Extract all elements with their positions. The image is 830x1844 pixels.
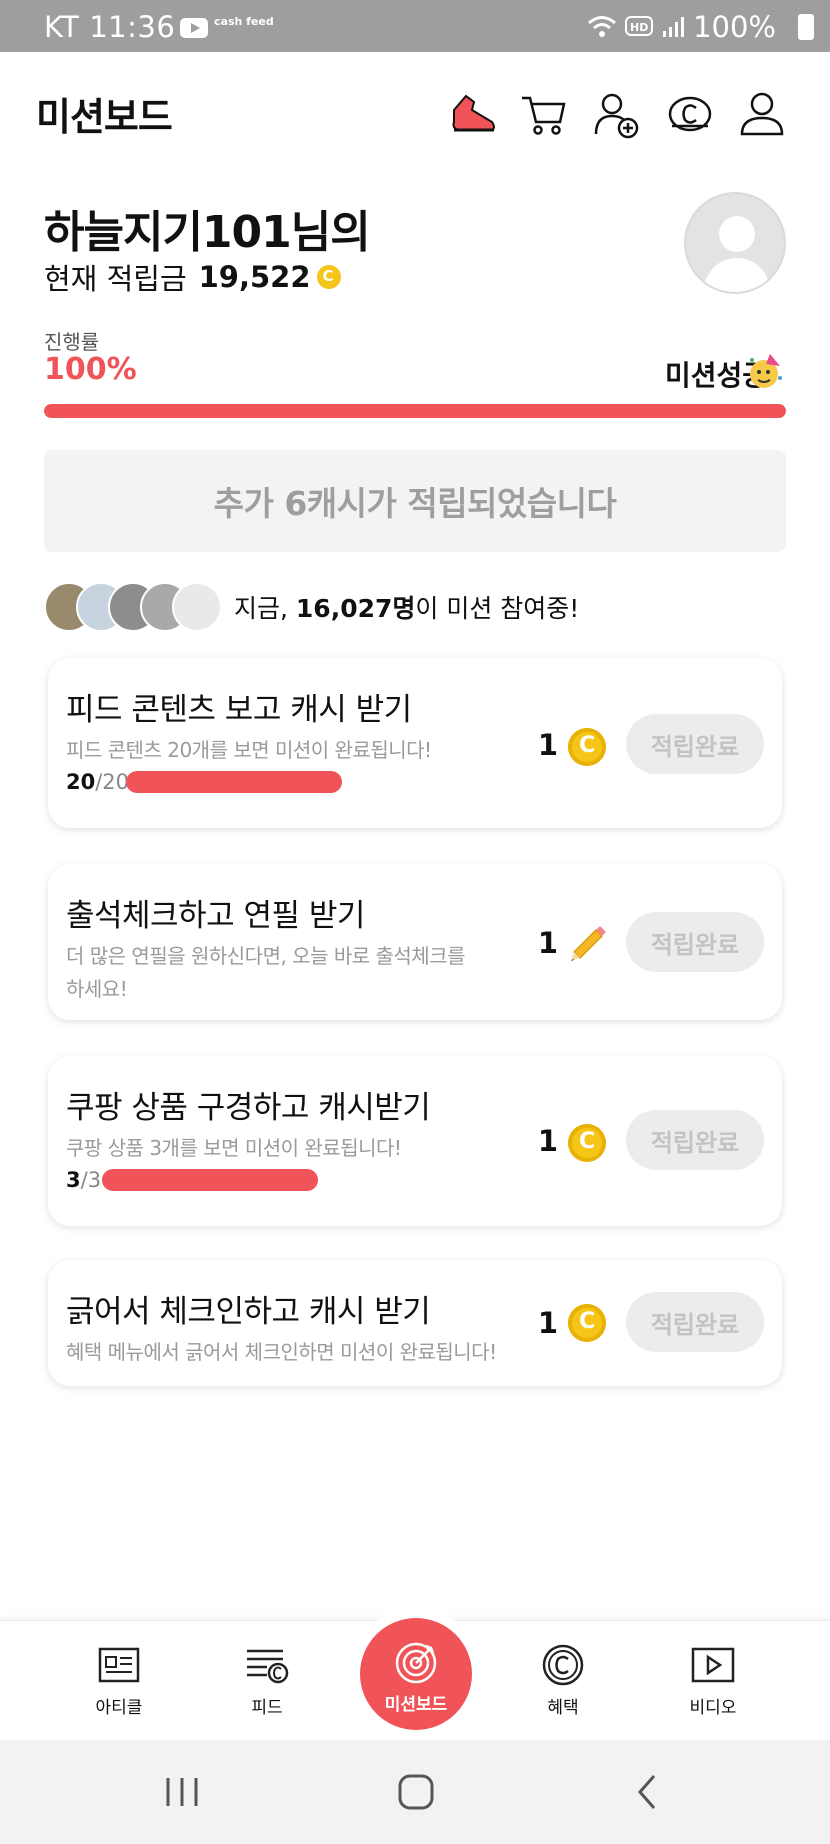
cart-icon[interactable]: [518, 88, 570, 140]
coin-icon[interactable]: [664, 88, 716, 140]
mission-card-feed[interactable]: 피드 콘텐츠 보고 캐시 받기 피드 콘텐츠 20개를 보면 미션이 완료됩니다…: [48, 658, 782, 828]
mission-card-attendance[interactable]: 출석체크하고 연필 받기 더 많은 연필을 원하신다면, 오늘 바로 출석체크를…: [48, 864, 782, 1020]
reward-amount: 1: [537, 1124, 558, 1158]
svg-text:HD: HD: [630, 21, 648, 34]
notice-banner: 추가 6캐시가 적립되었습니다: [44, 450, 786, 552]
claim-complete-button[interactable]: 적립완료: [626, 714, 764, 774]
status-bar: KT 11:36 cash feed HD 100%: [0, 0, 830, 52]
reward-amount: 1: [537, 728, 558, 762]
mission-description: 혜택 메뉴에서 긁어서 체크인하면 미션이 완료됩니다!: [66, 1340, 497, 1364]
progress-bar: [44, 404, 786, 418]
feed-icon: [247, 1649, 289, 1684]
claim-complete-button[interactable]: 적립완료: [626, 1110, 764, 1170]
reward-coin-icon: [568, 728, 606, 766]
mission-count: 20/20: [66, 770, 129, 794]
mission-title: 쿠팡 상품 구경하고 캐시받기: [66, 1090, 431, 1126]
claim-complete-button[interactable]: 적립완료: [626, 1292, 764, 1352]
reward-amount: 1: [537, 926, 558, 960]
home-icon[interactable]: [392, 1770, 440, 1814]
add-friend-icon[interactable]: [590, 88, 642, 140]
tab-label: 아티클: [95, 1698, 143, 1718]
mission-description: 쿠팡 상품 3개를 보면 미션이 완료됩니다!: [66, 1136, 402, 1160]
mission-title: 피드 콘텐츠 보고 캐시 받기: [66, 692, 412, 728]
hd-voice-icon: HD: [625, 16, 654, 36]
tab-feed[interactable]: 피드: [212, 1643, 322, 1718]
balance-row: 현재 적립금 19,522: [44, 256, 341, 298]
mission-card-coupang[interactable]: 쿠팡 상품 구경하고 캐시받기 쿠팡 상품 3개를 보면 미션이 완료됩니다! …: [48, 1056, 782, 1226]
youtube-notification-icon: [180, 18, 208, 38]
cashfeed-notification-icon: cash feed: [214, 15, 274, 28]
mission-title: 긁어서 체크인하고 캐시 받기: [66, 1294, 431, 1330]
reward-amount: 1: [537, 1306, 558, 1340]
progress-percent: 100%: [44, 352, 137, 387]
mission-count-done: 20: [66, 770, 96, 794]
mission-title: 출석체크하고 연필 받기: [66, 898, 365, 934]
mission-description: 피드 콘텐츠 20개를 보면 미션이 완료됩니다!: [66, 738, 432, 762]
profile-icon[interactable]: [736, 88, 788, 140]
mission-count-total: /3: [80, 1168, 102, 1192]
participants-suffix: 이 미션 참여중!: [415, 594, 580, 623]
benefit-coin-icon: [542, 1644, 584, 1686]
mission-progress-bar: [126, 771, 342, 793]
system-status-icons: HD 100%: [587, 10, 776, 44]
mission-count-done: 3: [66, 1168, 81, 1192]
tab-label: 혜택: [547, 1698, 579, 1718]
mission-count: 3/3: [66, 1168, 101, 1192]
progress-bar-fill: [44, 404, 786, 418]
progress-label: 진행률: [44, 330, 100, 354]
reward-coin-icon: [568, 1124, 606, 1162]
recent-apps-icon[interactable]: [158, 1770, 206, 1814]
tab-video[interactable]: 비디오: [658, 1643, 768, 1718]
cash-coin-icon: [316, 265, 341, 289]
video-icon: [691, 1647, 735, 1683]
profile-name: 하늘지기101님의: [44, 207, 371, 258]
article-icon: [98, 1647, 140, 1683]
participants-text: 지금, 16,027명이 미션 참여중!: [234, 589, 579, 625]
mission-card-scratch[interactable]: 긁어서 체크인하고 캐시 받기 혜택 메뉴에서 긁어서 체크인하면 미션이 완료…: [48, 1260, 782, 1386]
tab-label: 피드: [251, 1698, 283, 1718]
target-icon: [395, 1642, 437, 1684]
mission-description: 더 많은 연필을 원하신다면, 오늘 바로 출석체크를 하세요!: [66, 944, 466, 1001]
tab-label: 비디오: [689, 1698, 737, 1718]
tab-mission-board[interactable]: 미션보드: [360, 1618, 472, 1730]
tab-label: 미션보드: [384, 1695, 448, 1715]
mission-progress-bar: [102, 1169, 318, 1191]
pencil-icon: [571, 926, 606, 961]
mission-count-total: /20: [95, 770, 130, 794]
page-title: 미션보드: [36, 95, 173, 139]
claim-complete-button[interactable]: 적립완료: [626, 912, 764, 972]
battery-percent: 100%: [693, 10, 776, 44]
tab-benefit[interactable]: 혜택: [508, 1643, 618, 1718]
avatar-body: [704, 258, 770, 292]
party-face-icon: [750, 354, 782, 388]
battery-icon: [798, 14, 814, 40]
wifi-icon: [588, 16, 617, 37]
app-header: 미션보드: [0, 52, 830, 170]
tab-article[interactable]: 아티클: [64, 1643, 174, 1718]
back-icon[interactable]: [624, 1770, 672, 1814]
carrier-time: KT 11:36: [44, 10, 176, 44]
participant-avatar: [172, 582, 222, 632]
participants-prefix: 지금,: [234, 594, 296, 623]
balance-value: 19,522: [198, 260, 311, 294]
participants-count: 16,027명: [295, 594, 416, 623]
reward-coin-icon: [568, 1304, 606, 1342]
avatar-head: [719, 216, 755, 252]
participants-row: 지금, 16,027명이 미션 참여중!: [44, 582, 579, 632]
system-nav-bar: [0, 1740, 830, 1844]
signal-icon: [663, 17, 685, 37]
balance-label: 현재 적립금: [44, 262, 187, 296]
avatar[interactable]: [684, 192, 786, 294]
sneaker-icon[interactable]: [448, 88, 500, 140]
